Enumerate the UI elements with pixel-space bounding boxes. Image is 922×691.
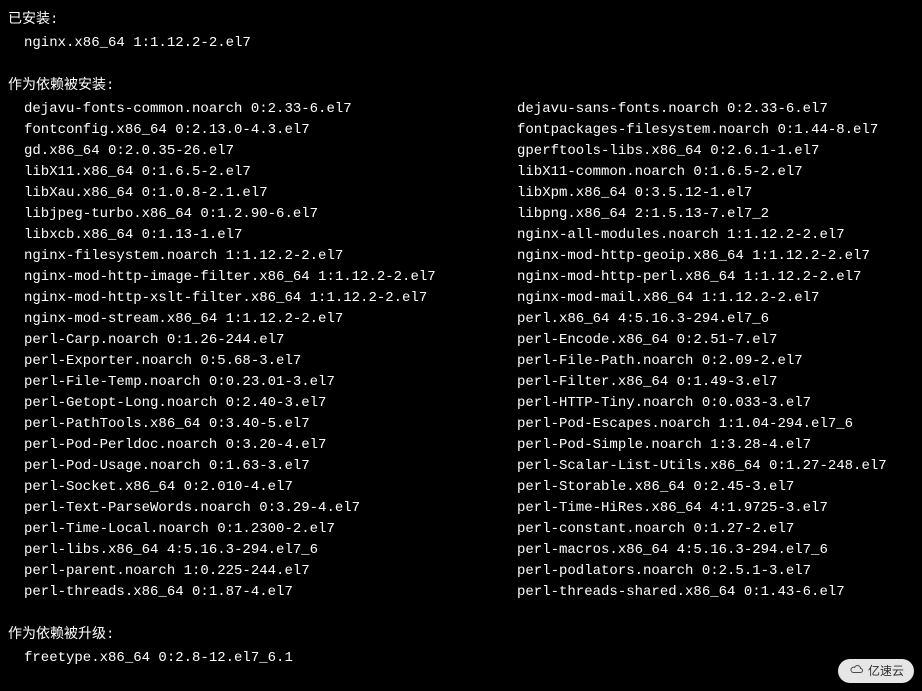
package-entry: perl-Pod-Simple.noarch 1:3.28-4.el7 (517, 435, 914, 456)
package-entry: nginx-mod-http-geoip.x86_64 1:1.12.2-2.e… (517, 246, 914, 267)
package-entry: nginx-filesystem.noarch 1:1.12.2-2.el7 (24, 246, 517, 267)
package-entry: fontconfig.x86_64 0:2.13.0-4.3.el7 (24, 120, 517, 141)
deps-column-right: dejavu-sans-fonts.noarch 0:2.33-6.el7fon… (517, 99, 914, 603)
package-entry: perl-Getopt-Long.noarch 0:2.40-3.el7 (24, 393, 517, 414)
package-entry: perl-podlators.noarch 0:2.5.1-3.el7 (517, 561, 914, 582)
package-entry: perl-HTTP-Tiny.noarch 0:0.033-3.el7 (517, 393, 914, 414)
package-entry: nginx-all-modules.noarch 1:1.12.2-2.el7 (517, 225, 914, 246)
package-entry: perl-libs.x86_64 4:5.16.3-294.el7_6 (24, 540, 517, 561)
package-entry: perl-constant.noarch 0:1.27-2.el7 (517, 519, 914, 540)
deps-installed-list: dejavu-fonts-common.noarch 0:2.33-6.el7f… (8, 99, 914, 603)
package-entry: libjpeg-turbo.x86_64 0:1.2.90-6.el7 (24, 204, 517, 225)
package-entry: libX11-common.noarch 0:1.6.5-2.el7 (517, 162, 914, 183)
package-entry: nginx-mod-stream.x86_64 1:1.12.2-2.el7 (24, 309, 517, 330)
package-entry: nginx-mod-http-image-filter.x86_64 1:1.1… (24, 267, 517, 288)
watermark-badge: 亿速云 (838, 659, 914, 683)
package-entry: perl.x86_64 4:5.16.3-294.el7_6 (517, 309, 914, 330)
installed-package: nginx.x86_64 1:1.12.2-2.el7 (8, 33, 914, 54)
package-entry: libXau.x86_64 0:1.0.8-2.1.el7 (24, 183, 517, 204)
package-entry: libXpm.x86_64 0:3.5.12-1.el7 (517, 183, 914, 204)
package-entry: perl-parent.noarch 1:0.225-244.el7 (24, 561, 517, 582)
watermark-text: 亿速云 (868, 662, 904, 680)
package-entry: nginx-mod-http-xslt-filter.x86_64 1:1.12… (24, 288, 517, 309)
package-entry: perl-Socket.x86_64 0:2.010-4.el7 (24, 477, 517, 498)
cloud-icon (848, 662, 864, 680)
package-entry: perl-PathTools.x86_64 0:3.40-5.el7 (24, 414, 517, 435)
package-entry: perl-Storable.x86_64 0:2.45-3.el7 (517, 477, 914, 498)
package-entry: perl-Exporter.noarch 0:5.68-3.el7 (24, 351, 517, 372)
deps-installed-header: 作为依赖被安装: (8, 76, 914, 97)
package-entry: nginx-mod-http-perl.x86_64 1:1.12.2-2.el… (517, 267, 914, 288)
terminal-output: 已安装: nginx.x86_64 1:1.12.2-2.el7 作为依赖被安装… (8, 10, 914, 669)
package-entry: gperftools-libs.x86_64 0:2.6.1-1.el7 (517, 141, 914, 162)
package-entry: perl-Carp.noarch 0:1.26-244.el7 (24, 330, 517, 351)
package-entry: perl-Pod-Usage.noarch 0:1.63-3.el7 (24, 456, 517, 477)
package-entry: libpng.x86_64 2:1.5.13-7.el7_2 (517, 204, 914, 225)
package-entry: perl-threads.x86_64 0:1.87-4.el7 (24, 582, 517, 603)
package-entry: perl-Scalar-List-Utils.x86_64 0:1.27-248… (517, 456, 914, 477)
package-entry: perl-Pod-Perldoc.noarch 0:3.20-4.el7 (24, 435, 517, 456)
package-entry: dejavu-fonts-common.noarch 0:2.33-6.el7 (24, 99, 517, 120)
installed-header: 已安装: (8, 10, 914, 31)
package-entry: libX11.x86_64 0:1.6.5-2.el7 (24, 162, 517, 183)
deps-upgraded-header: 作为依赖被升级: (8, 625, 914, 646)
package-entry: perl-Filter.x86_64 0:1.49-3.el7 (517, 372, 914, 393)
package-entry: perl-Pod-Escapes.noarch 1:1.04-294.el7_6 (517, 414, 914, 435)
package-entry: perl-threads-shared.x86_64 0:1.43-6.el7 (517, 582, 914, 603)
package-entry: perl-Time-HiRes.x86_64 4:1.9725-3.el7 (517, 498, 914, 519)
package-entry: perl-File-Path.noarch 0:2.09-2.el7 (517, 351, 914, 372)
package-entry: fontpackages-filesystem.noarch 0:1.44-8.… (517, 120, 914, 141)
package-entry: libxcb.x86_64 0:1.13-1.el7 (24, 225, 517, 246)
package-entry: dejavu-sans-fonts.noarch 0:2.33-6.el7 (517, 99, 914, 120)
package-entry: perl-Text-ParseWords.noarch 0:3.29-4.el7 (24, 498, 517, 519)
package-entry: gd.x86_64 0:2.0.35-26.el7 (24, 141, 517, 162)
package-entry: nginx-mod-mail.x86_64 1:1.12.2-2.el7 (517, 288, 914, 309)
package-entry: perl-macros.x86_64 4:5.16.3-294.el7_6 (517, 540, 914, 561)
package-entry: perl-File-Temp.noarch 0:0.23.01-3.el7 (24, 372, 517, 393)
package-entry: perl-Time-Local.noarch 0:1.2300-2.el7 (24, 519, 517, 540)
upgraded-package: freetype.x86_64 0:2.8-12.el7_6.1 (8, 648, 914, 669)
deps-column-left: dejavu-fonts-common.noarch 0:2.33-6.el7f… (24, 99, 517, 603)
package-entry: perl-Encode.x86_64 0:2.51-7.el7 (517, 330, 914, 351)
